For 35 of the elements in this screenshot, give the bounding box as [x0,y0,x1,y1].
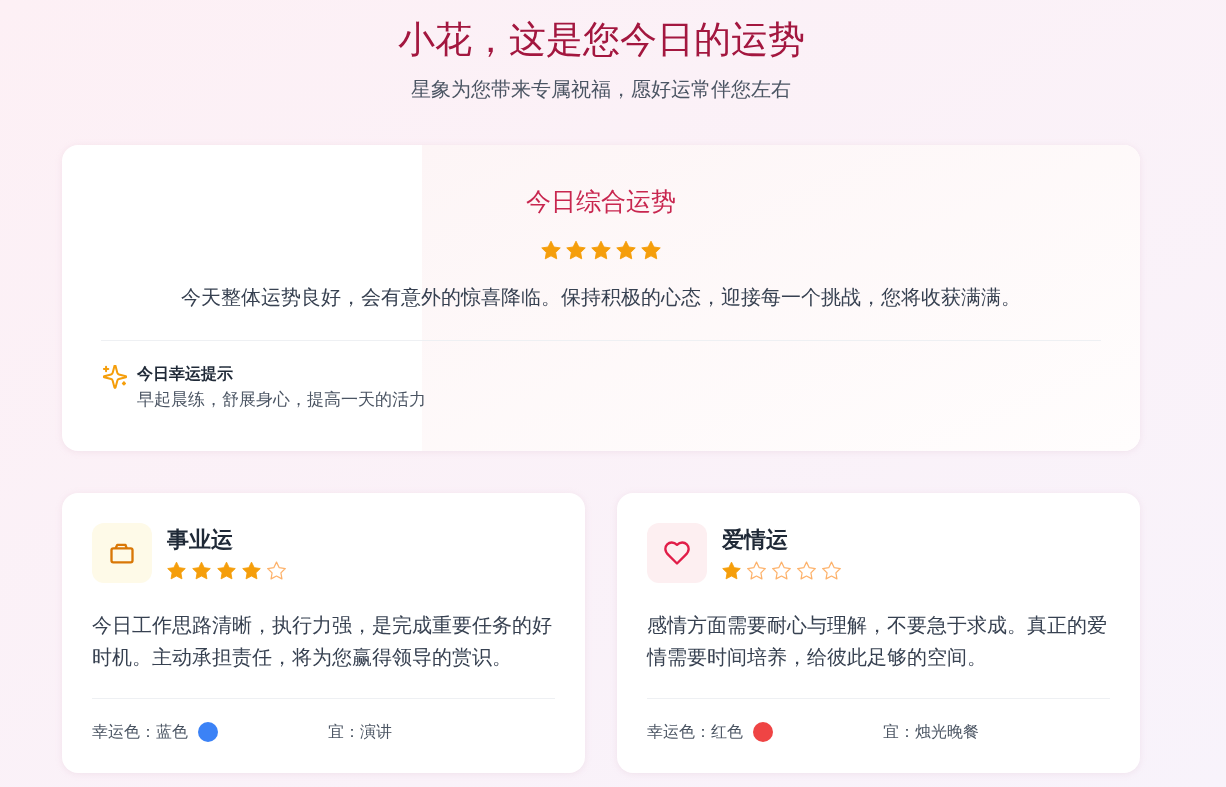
star-icon [541,240,561,260]
page-title: 小花，这是您今日的运势 [397,18,805,62]
card-title: 事业运 [167,526,234,554]
fortune-description: 今日工作思路清晰，执行力强，是完成重要任务的好时机。主动承担责任，将为您赢得领导的赏识。 [92,613,553,670]
page-subtitle: 星象为您带来专属祝福，愿好运常伴您左右 [411,77,791,102]
star-icon [722,561,741,580]
briefcase-icon [92,523,152,583]
tip-text: 早起晨练，舒展身心，提高一天的活力 [137,389,426,410]
star-icon [616,240,636,260]
star-icon [591,240,611,260]
lucky-color-value: 红色 [711,722,743,742]
star-outline-icon [267,561,286,580]
star-icon [641,240,661,260]
suitable-value: 演讲 [360,722,392,742]
star-icon [242,561,261,580]
suitable-label: 宜： [328,722,360,742]
suitable-label: 宜： [883,722,915,742]
star-outline-icon [772,561,791,580]
star-icon [566,240,586,260]
star-outline-icon [747,561,766,580]
fortune-summary: 今天整体运势良好，会有意外的惊喜降临。保持积极的心态，迎接每一个挑战，您将收获满满。 [181,285,1021,310]
star-icon [217,561,236,580]
suitable-value: 烛光晚餐 [915,722,979,742]
star-icon [192,561,211,580]
star-outline-icon [797,561,816,580]
lucky-color-label: 幸运色： [92,722,156,742]
lucky-color-value: 蓝色 [156,722,188,742]
star-outline-icon [822,561,841,580]
fortune-description: 感情方面需要耐心与理解，不要急于求成。真正的爱情需要时间培养，给彼此足够的空间。 [647,613,1108,670]
card-title: 今日综合运势 [526,186,676,218]
star-icon [167,561,186,580]
tip-title: 今日幸运提示 [137,364,234,384]
sparkles-icon [103,365,127,389]
card-title: 爱情运 [722,526,789,554]
lucky-color-label: 幸运色： [647,722,711,742]
